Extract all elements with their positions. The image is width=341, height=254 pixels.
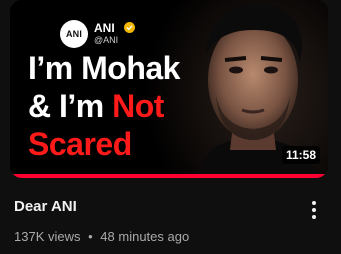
watch-progress-fill xyxy=(10,174,328,178)
video-metadata: 137K views • 48 minutes ago xyxy=(14,229,189,244)
verified-badge-icon xyxy=(124,22,135,33)
view-count: 137K views xyxy=(14,229,81,244)
headline-line-1: I’m Mohak xyxy=(28,50,180,86)
headline-line-2-red: Not xyxy=(112,88,164,124)
watch-progress-bar xyxy=(10,174,328,178)
ani-logo: ANI xyxy=(60,20,88,48)
more-vert-icon xyxy=(312,201,316,219)
video-card[interactable]: ANI ANI @ANI I’m Mohak & I’m Not Scared … xyxy=(0,0,341,254)
thumbnail-channel-name: ANI xyxy=(94,21,115,35)
ani-logo-text: ANI xyxy=(65,29,83,39)
video-thumbnail[interactable]: ANI ANI @ANI I’m Mohak & I’m Not Scared … xyxy=(10,0,328,178)
video-title[interactable]: Dear ANI xyxy=(14,198,77,215)
duration-badge: 11:58 xyxy=(281,146,320,164)
thumbnail-channel-handle: @ANI xyxy=(94,35,119,45)
upload-age: 48 minutes ago xyxy=(100,229,190,244)
headline-line-2: & I’m Not xyxy=(28,88,164,124)
headline-line-2-white: & I’m xyxy=(28,88,113,124)
meta-separator: • xyxy=(88,229,93,244)
headline-line-3: Scared xyxy=(28,126,132,162)
more-options-button[interactable] xyxy=(304,198,326,222)
